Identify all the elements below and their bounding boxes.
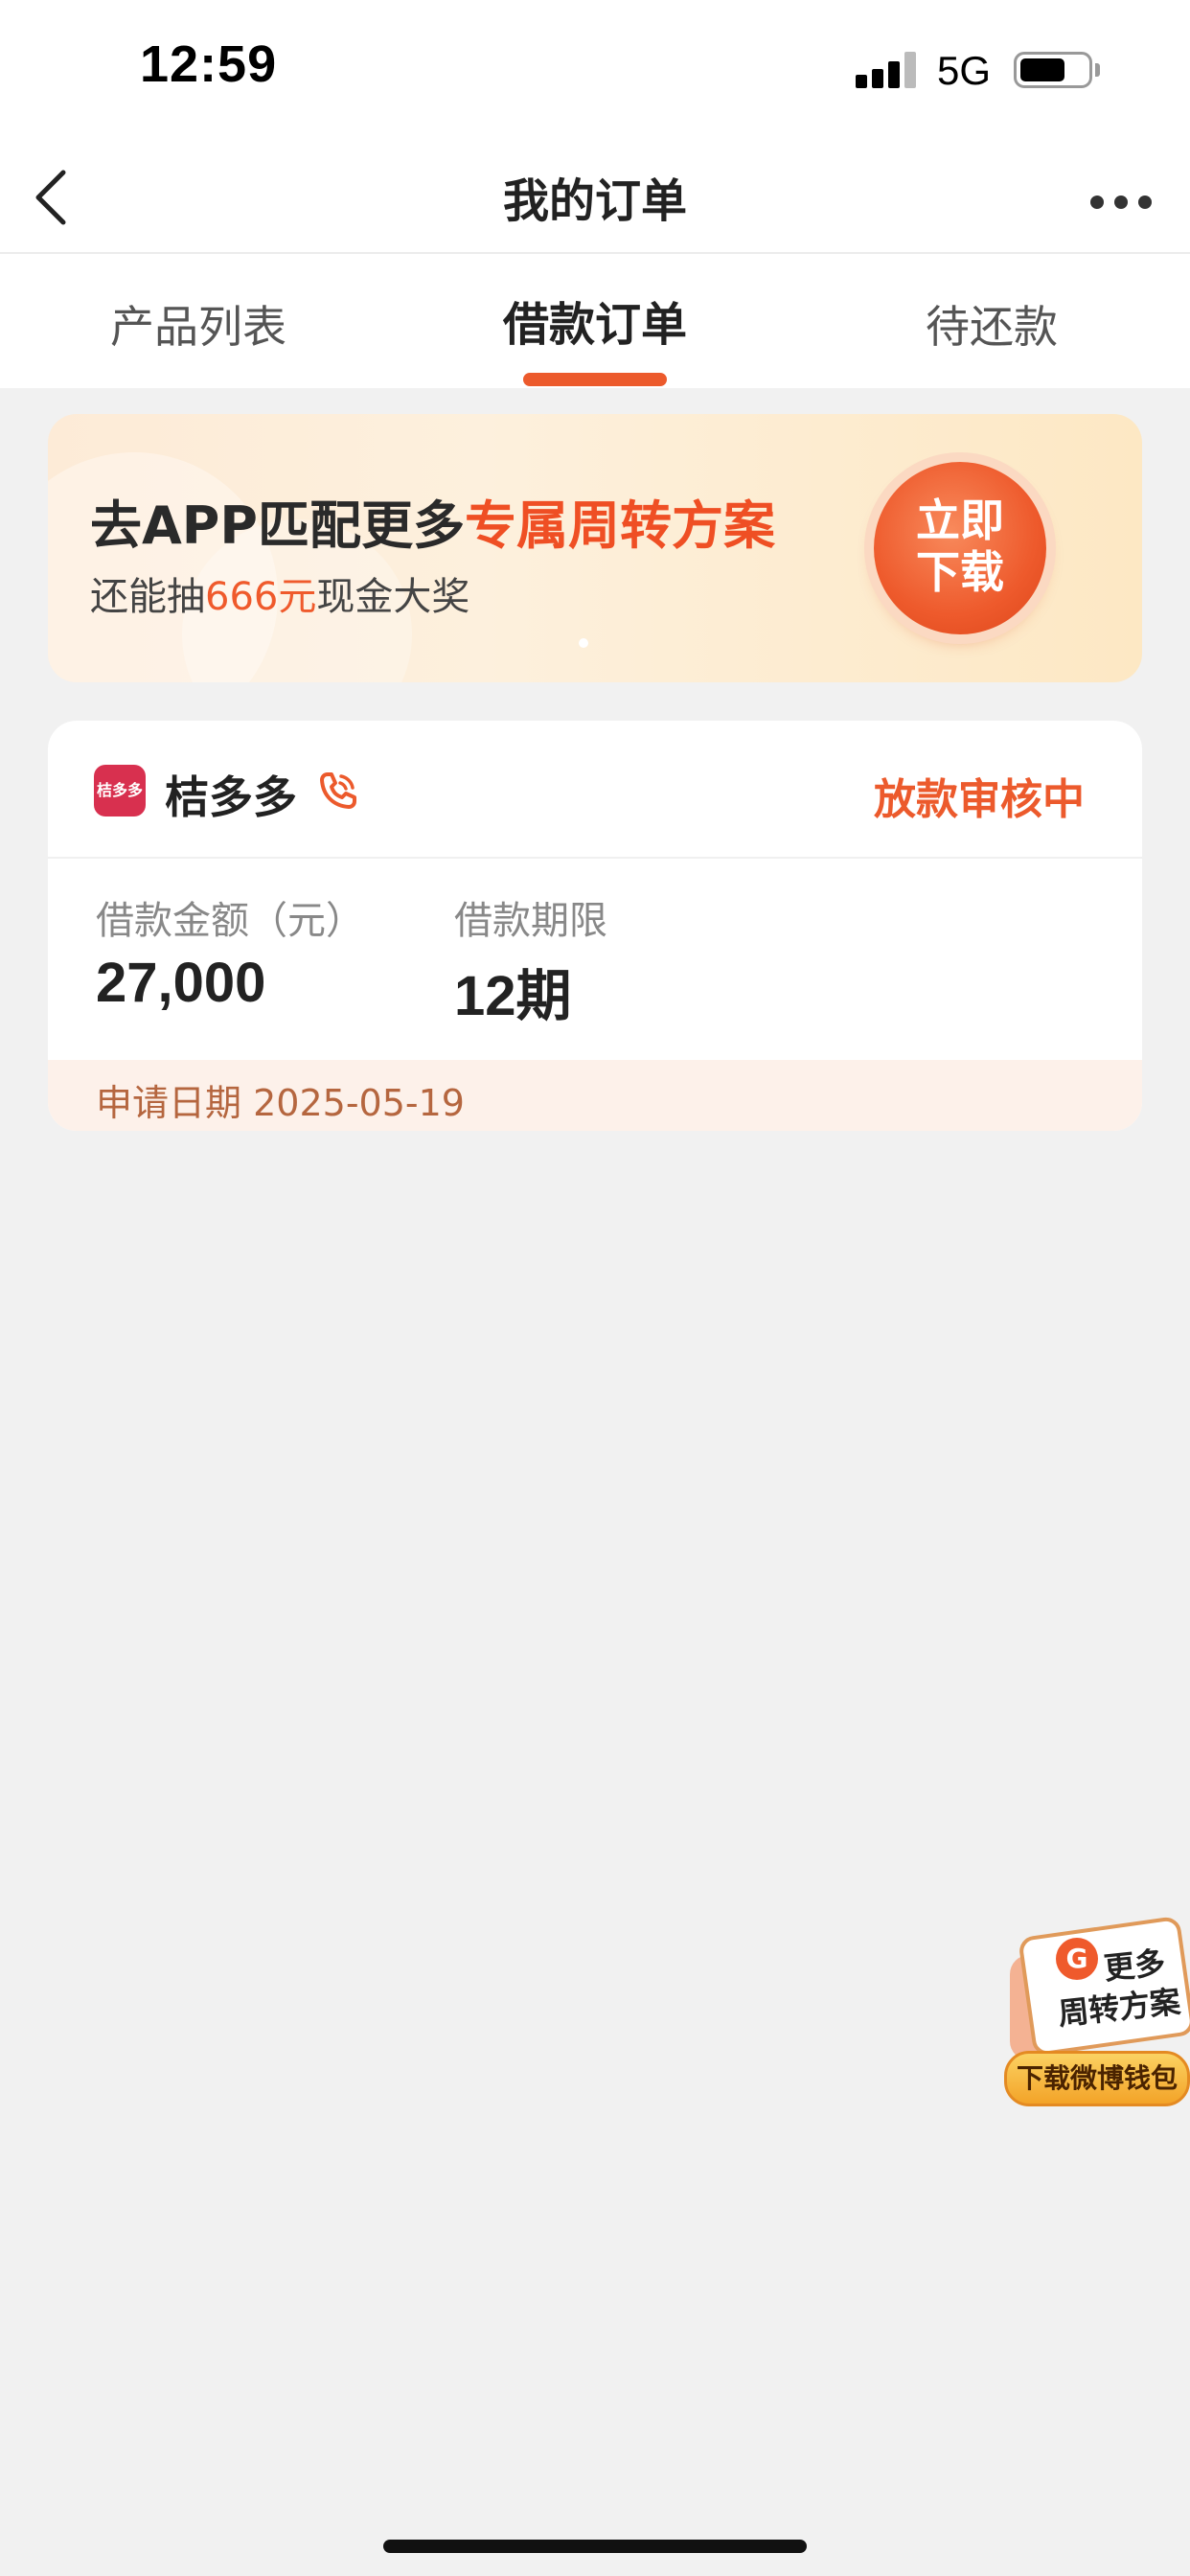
status-bar: 12:59 5G (0, 0, 1190, 144)
page-title: 我的订单 (502, 174, 687, 228)
apply-date-value: 2025-05-19 (253, 1082, 465, 1124)
amount-label: 借款金额（元） (96, 899, 364, 943)
wallet-logo-icon: G (1056, 1938, 1098, 1980)
download-button-line1: 立即 (916, 494, 1004, 546)
order-card-header: 桔多多 桔多多 放款审核中 (48, 721, 1142, 859)
more-button[interactable] (1083, 172, 1159, 230)
app-logo: 桔多多 (94, 765, 146, 816)
order-status: 放款审核中 (874, 775, 1085, 824)
app-name: 桔多多 (165, 771, 297, 823)
carousel-dot (579, 638, 588, 648)
tab-active-indicator (523, 373, 667, 386)
tab-loan-orders[interactable]: 借款订单 (397, 287, 793, 354)
tab-product-list[interactable]: 产品列表 (0, 292, 397, 356)
nav-bar: 我的订单 (0, 144, 1190, 254)
term-label: 借款期限 (454, 899, 607, 943)
order-card[interactable]: 桔多多 桔多多 放款审核中 借款金额（元） 27,000 借款期限 12期 申请… (48, 721, 1142, 1131)
phone-icon[interactable] (314, 767, 362, 815)
term-value: 12期 (454, 965, 572, 1027)
amount-value: 27,000 (96, 952, 266, 1014)
status-time: 12:59 (140, 35, 278, 93)
download-button-line2: 下载 (916, 546, 1004, 598)
signal-icon (856, 52, 917, 88)
battery-icon (1014, 52, 1092, 88)
banner-sub-prefix: 还能抽 (90, 575, 205, 619)
order-card-footer: 申请日期 2025-05-19 (48, 1060, 1142, 1131)
network-label: 5G (937, 48, 992, 93)
banner-sub-suffix: 现金大奖 (316, 575, 470, 619)
banner-headline-prefix: 去APP匹配更多 (90, 495, 465, 556)
banner-subtitle: 还能抽666元现金大奖 (90, 565, 469, 621)
tab-pending-repayment[interactable]: 待还款 (793, 292, 1190, 356)
apply-date-label: 申请日期 (96, 1082, 242, 1124)
banner-headline-highlight: 专属周转方案 (464, 495, 775, 556)
more-dots-icon (1090, 196, 1104, 209)
home-indicator[interactable] (383, 2540, 807, 2553)
download-wallet-button[interactable]: 下载微博钱包 (1004, 2051, 1190, 2106)
battery-cap (1095, 63, 1100, 77)
floating-promo-widget[interactable]: G 更多 周转方案 下载微博钱包 (996, 1915, 1190, 2113)
apply-date: 申请日期 2025-05-19 (96, 1073, 465, 1126)
banner-sub-highlight: 666元 (205, 575, 317, 619)
promo-banner[interactable]: 去APP匹配更多专属周转方案 还能抽666元现金大奖 立即 下载 (48, 414, 1142, 682)
tab-bar: 产品列表 借款订单 待还款 (0, 254, 1190, 388)
banner-headline: 去APP匹配更多专属周转方案 (90, 483, 775, 559)
download-now-button[interactable]: 立即 下载 (874, 462, 1046, 634)
